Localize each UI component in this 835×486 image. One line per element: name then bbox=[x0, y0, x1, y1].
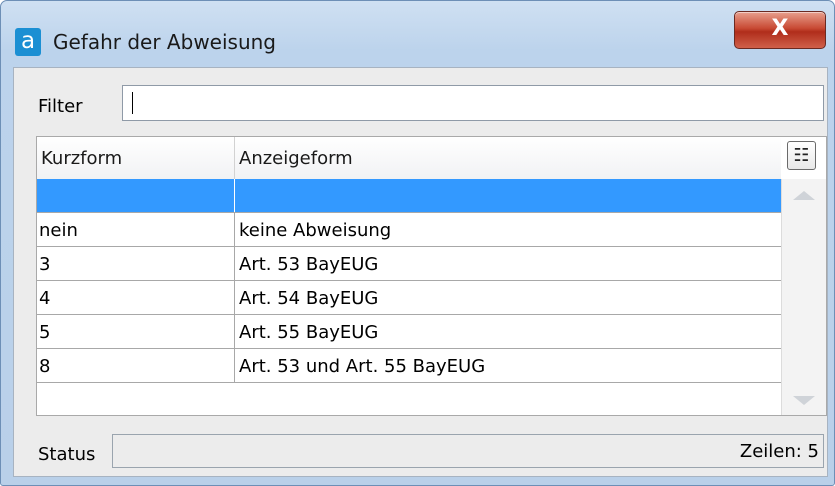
data-grid: Kurzform Anzeigeform ☷ nein keine Abweis… bbox=[36, 136, 827, 416]
column-header-kurzform[interactable]: Kurzform bbox=[37, 137, 235, 179]
cell-anzeigeform: Art. 53 BayEUG bbox=[239, 254, 379, 275]
window-title: Gefahr der Abweisung bbox=[53, 30, 276, 54]
status-label: Status bbox=[38, 444, 96, 465]
cell-anzeigeform: Art. 55 BayEUG bbox=[239, 322, 379, 343]
cell-anzeigeform: Art. 53 und Art. 55 BayEUG bbox=[239, 356, 486, 377]
table-row[interactable]: 3 Art. 53 BayEUG bbox=[37, 247, 781, 281]
column-chooser-icon[interactable]: ☷ bbox=[787, 141, 816, 170]
cell-kurzform: 5 bbox=[37, 315, 235, 348]
grid-header: Kurzform Anzeigeform bbox=[37, 137, 781, 180]
app-icon: a bbox=[15, 28, 41, 56]
cell-anzeigeform: keine Abweisung bbox=[239, 220, 392, 241]
dialog-window: a Gefahr der Abweisung X Filter Kurzform… bbox=[0, 0, 835, 486]
scroll-down-arrow-icon[interactable] bbox=[793, 396, 815, 405]
cell-kurzform: 8 bbox=[37, 349, 235, 382]
cell-kurzform: 3 bbox=[37, 247, 235, 280]
dialog-client-area: Filter Kurzform Anzeigeform ☷ nein keine… bbox=[13, 67, 828, 477]
column-header-anzeigeform[interactable]: Anzeigeform bbox=[235, 137, 781, 179]
table-row-selected[interactable] bbox=[37, 179, 781, 213]
filter-input[interactable] bbox=[122, 85, 824, 121]
row-count: Zeilen: 5 bbox=[739, 441, 819, 462]
cell-kurzform: 4 bbox=[37, 281, 235, 314]
status-bar: Zeilen: 5 bbox=[112, 434, 824, 468]
table-row[interactable]: 5 Art. 55 BayEUG bbox=[37, 315, 781, 349]
title-bar[interactable]: a Gefahr der Abweisung X bbox=[1, 1, 834, 65]
table-row[interactable]: 4 Art. 54 BayEUG bbox=[37, 281, 781, 315]
scroll-up-arrow-icon[interactable] bbox=[793, 191, 815, 200]
close-button[interactable]: X bbox=[734, 11, 826, 49]
text-caret bbox=[132, 92, 133, 114]
cell-anzeigeform: Art. 54 BayEUG bbox=[239, 288, 379, 309]
table-row[interactable]: nein keine Abweisung bbox=[37, 213, 781, 247]
cell-kurzform bbox=[37, 179, 235, 212]
cell-kurzform: nein bbox=[37, 213, 235, 246]
vertical-scrollbar[interactable] bbox=[781, 179, 826, 415]
table-row[interactable]: 8 Art. 53 und Art. 55 BayEUG bbox=[37, 349, 781, 383]
filter-label: Filter bbox=[38, 96, 83, 117]
cell-anzeigeform bbox=[235, 179, 781, 212]
